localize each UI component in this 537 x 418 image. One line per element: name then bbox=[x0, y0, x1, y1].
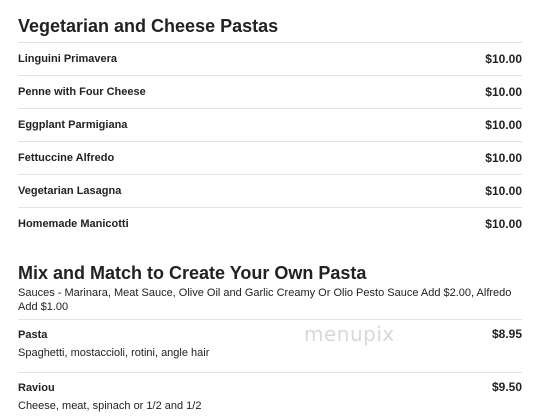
menu-item-name: Vegetarian Lasagna bbox=[18, 185, 122, 197]
menu-item-name: Pasta bbox=[18, 329, 48, 341]
menu-item-name: Eggplant Parmigiana bbox=[18, 119, 128, 131]
menu-item-name: Penne with Four Cheese bbox=[18, 86, 146, 98]
menu-item[interactable]: Fettuccine Alfredo $10.00 bbox=[18, 141, 522, 174]
menu-item-description: Spaghetti, mostaccioli, rotini, angle ha… bbox=[18, 347, 210, 359]
menu-item-price: $10.00 bbox=[485, 151, 522, 165]
menu-item[interactable]: Eggplant Parmigiana $10.00 bbox=[18, 108, 522, 141]
menu-item[interactable]: Penne with Four Cheese $10.00 bbox=[18, 75, 522, 108]
menu-item-price: $10.00 bbox=[485, 85, 522, 99]
menu-page: Vegetarian and Cheese Pastas Linguini Pr… bbox=[18, 0, 522, 418]
menu-item-price: $10.00 bbox=[485, 52, 522, 66]
menu-item-name: Linguini Primavera bbox=[18, 53, 118, 65]
menu-item[interactable]: Pasta $8.95 Spaghetti, mostaccioli, roti… bbox=[18, 319, 522, 372]
watermark-logo: menupix bbox=[304, 322, 395, 346]
menu-item[interactable]: Vegetarian Lasagna $10.00 bbox=[18, 174, 522, 207]
menu-item-price: $8.95 bbox=[491, 327, 522, 341]
section-description: Sauces - Marinara, Meat Sauce, Olive Oil… bbox=[18, 287, 512, 313]
menu-item-description: Cheese, meat, spinach or 1/2 and 1/2 bbox=[18, 400, 202, 412]
menu-item[interactable]: Raviou $9.50 Cheese, meat, spinach or 1/… bbox=[18, 372, 522, 418]
menu-item-name: Raviou bbox=[18, 382, 55, 394]
section-title-mix-and-match: Mix and Match to Create Your Own Pasta bbox=[18, 263, 367, 283]
menu-item[interactable]: Homemade Manicotti $10.00 bbox=[18, 207, 522, 240]
menu-item[interactable]: Linguini Primavera $10.00 bbox=[18, 42, 522, 75]
section-title-vegetarian: Vegetarian and Cheese Pastas bbox=[18, 16, 279, 36]
menu-item-name: Fettuccine Alfredo bbox=[18, 152, 115, 164]
menu-item-price: $10.00 bbox=[485, 184, 522, 198]
menu-item-price: $9.50 bbox=[491, 380, 522, 394]
menu-item-price: $10.00 bbox=[485, 118, 522, 132]
menu-item-name: Homemade Manicotti bbox=[18, 218, 129, 230]
menu-item-price: $10.00 bbox=[485, 217, 522, 231]
